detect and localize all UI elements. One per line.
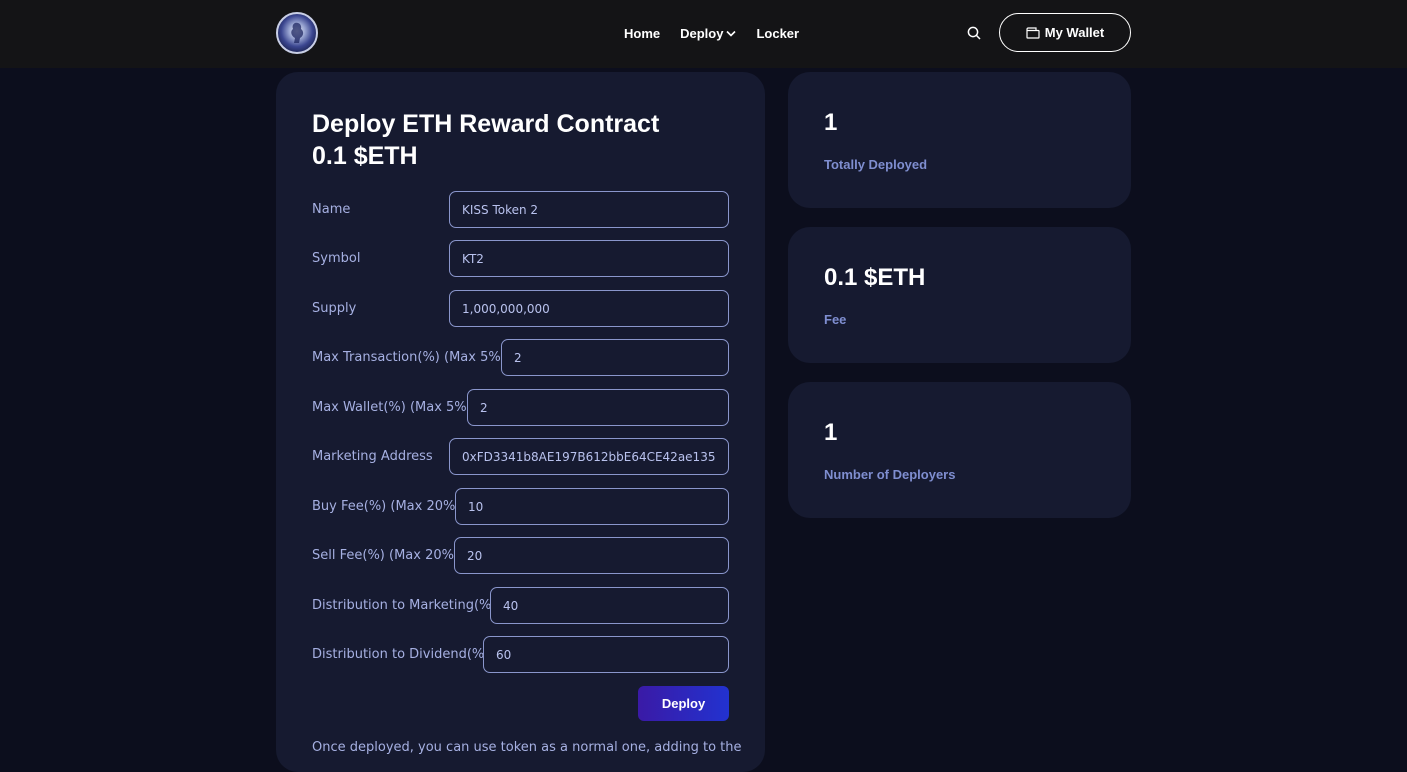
stat-value-fee: 0.1 $ETH <box>824 264 926 291</box>
stat-value-total-deployed: 1 <box>824 109 838 136</box>
nav-home[interactable]: Home <box>624 26 660 41</box>
logo[interactable] <box>276 12 318 54</box>
max-transaction-input[interactable] <box>501 339 729 376</box>
symbol-label: Symbol <box>312 251 361 266</box>
deploy-button[interactable]: Deploy <box>638 686 729 721</box>
deploy-form-card: Deploy ETH Reward Contract 0.1 $ETH Name… <box>276 72 765 772</box>
navbar: Home Deploy Locker My Wallet <box>0 0 1407 68</box>
marketing-address-label: Marketing Address <box>312 449 433 464</box>
nav-deploy[interactable]: Deploy <box>680 25 737 41</box>
symbol-input[interactable] <box>449 240 729 277</box>
name-label: Name <box>312 202 351 217</box>
sell-fee-label: Sell Fee(%) (Max 20%) <box>312 548 460 563</box>
stat-label-total-deployed: Totally Deployed <box>824 157 928 172</box>
max-wallet-input[interactable] <box>467 389 729 426</box>
chevron-down-icon <box>726 30 737 37</box>
my-wallet-label: My Wallet <box>1044 25 1105 40</box>
distribution-marketing-input[interactable] <box>490 587 729 624</box>
nav-deploy-label: Deploy <box>680 25 724 41</box>
marketing-address-input[interactable] <box>449 438 729 475</box>
supply-input[interactable] <box>449 290 729 327</box>
max-transaction-label: Max Transaction(%) (Max 5%) <box>312 350 506 365</box>
footer-note: Once deployed, you can use token as a no… <box>312 740 742 755</box>
nav-links: Home Deploy Locker <box>624 24 799 42</box>
stat-card-fee: 0.1 $ETH Fee <box>788 227 1131 363</box>
my-wallet-button[interactable]: My Wallet <box>999 13 1131 52</box>
stat-value-deployers: 1 <box>824 419 838 446</box>
buy-fee-label: Buy Fee(%) (Max 20%) <box>312 499 461 514</box>
distribution-marketing-label: Distribution to Marketing(%) <box>312 598 497 613</box>
supply-label: Supply <box>312 301 357 316</box>
max-wallet-label: Max Wallet(%) (Max 5%) <box>312 400 472 415</box>
stat-card-total-deployed: 1 Totally Deployed <box>788 72 1131 208</box>
nav-locker[interactable]: Locker <box>756 26 799 41</box>
logo-emblem-icon <box>291 22 304 43</box>
distribution-dividend-label: Distribution to Dividend(%) <box>312 647 490 662</box>
sell-fee-input[interactable] <box>454 537 729 574</box>
wallet-icon <box>1026 26 1040 39</box>
stat-label-fee: Fee <box>824 312 847 327</box>
stat-label-deployers: Number of Deployers <box>824 467 956 482</box>
form-price: 0.1 $ETH <box>312 142 418 170</box>
name-input[interactable] <box>449 191 729 228</box>
form-title: Deploy ETH Reward Contract <box>312 110 660 138</box>
search-icon[interactable] <box>966 25 982 41</box>
stat-card-deployers: 1 Number of Deployers <box>788 382 1131 518</box>
distribution-dividend-input[interactable] <box>483 636 729 673</box>
buy-fee-input[interactable] <box>455 488 729 525</box>
